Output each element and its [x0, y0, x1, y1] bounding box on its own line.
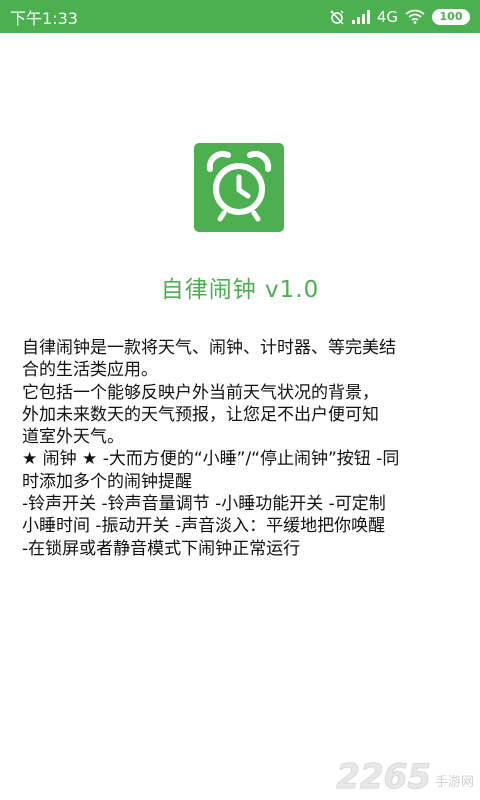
network-type: 4G	[376, 7, 398, 26]
description-line: 小睡时间 -振动开关 -声音淡入：平缓地把你唤醒	[22, 516, 386, 537]
description-line: -铃声开关 -铃声音量调节 -小睡功能开关 -可定制	[22, 494, 386, 515]
status-icons: 4G 100	[329, 8, 470, 26]
status-bar: 下午1:33 4G 100	[0, 0, 480, 33]
watermark: 2265 手游网	[336, 757, 474, 797]
watermark-text: 手游网	[434, 775, 474, 790]
app-title: 自律闹钟 v1.0	[160, 277, 320, 303]
description-line: ★ 闹钟 ★ -大而方便的“小睡”/“停止闹钟”按钮 -同	[22, 449, 400, 470]
battery-icon: 100	[432, 8, 470, 25]
alarm-off-icon	[329, 9, 345, 25]
description-line: 时添加多个的闹钟提醒	[22, 471, 192, 492]
alarm-clock-icon	[194, 143, 284, 232]
description-line: 自律闹钟是一款将天气、闹钟、计时器、等完美结	[22, 338, 396, 358]
description-line: 它包括一个能够反映户外当前天气状况的背景，	[22, 382, 379, 403]
description-line: -在锁屏或者静音模式下闹钟正常运行	[22, 538, 301, 559]
signal-icon	[351, 9, 370, 24]
description-line: 外加未来数天的天气预报，让您足不出户便可知	[22, 404, 379, 425]
wifi-icon	[405, 9, 425, 24]
status-time: 下午1:33	[10, 8, 78, 28]
description-line: 道室外天气。	[22, 427, 124, 448]
description-line: 合的生活类应用。	[22, 360, 158, 381]
app-description: 自律闹钟是一款将天气、闹钟、计时器、等完美结 合的生活类应用。 它包括一个能够反…	[22, 337, 462, 560]
watermark-number: 2265	[336, 757, 432, 797]
